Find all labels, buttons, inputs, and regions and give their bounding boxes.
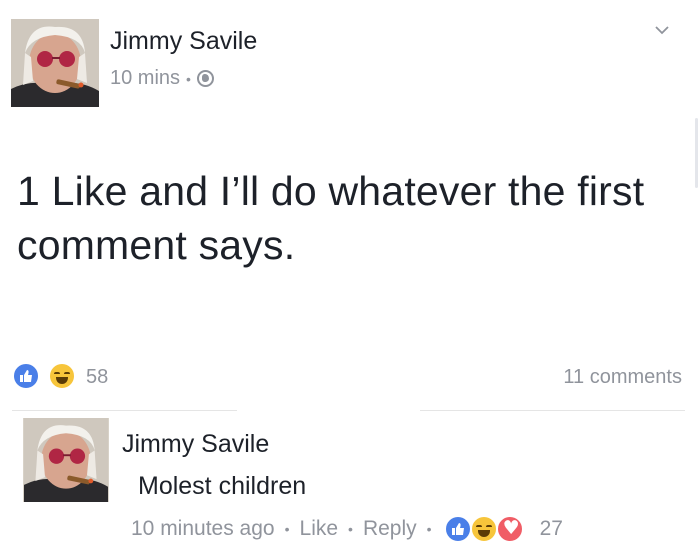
comment-actions: 10 minutes ago • Like • Reply • 27: [131, 515, 563, 543]
meta-separator: •: [186, 70, 191, 87]
scrollbar[interactable]: [695, 118, 698, 188]
haha-reaction-icon: [469, 515, 498, 543]
comment-timestamp[interactable]: 10 minutes ago: [131, 517, 275, 541]
post-text: 1 Like and I’ll do whatever the first co…: [17, 168, 645, 268]
comment-reply-button[interactable]: Reply: [363, 517, 417, 541]
reaction-count[interactable]: 58: [86, 366, 108, 389]
action-separator: •: [426, 521, 432, 537]
love-reaction-icon: [495, 515, 524, 543]
like-reaction-icon[interactable]: [12, 362, 40, 390]
comment-author-avatar[interactable]: [23, 418, 109, 502]
avatar-photo: [24, 418, 108, 502]
like-reaction-icon: [443, 515, 472, 543]
post-author-name[interactable]: Jimmy Savile: [110, 27, 257, 56]
action-separator: •: [284, 521, 290, 537]
post-timestamp[interactable]: 10 mins: [110, 67, 180, 90]
comment-reactions[interactable]: [443, 515, 530, 543]
comment-count-link[interactable]: 11 comments: [563, 366, 682, 389]
post-meta: 10 mins •: [110, 67, 214, 90]
chevron-down-icon[interactable]: [654, 22, 670, 38]
comment-author-name[interactable]: Jimmy Savile: [122, 430, 269, 459]
divider: [12, 410, 237, 411]
post-author-avatar[interactable]: [11, 19, 99, 107]
haha-reaction-icon[interactable]: [48, 362, 76, 390]
divider: [420, 410, 685, 411]
comment-like-button[interactable]: Like: [300, 517, 339, 541]
comment-text: Molest children: [138, 472, 307, 500]
globe-icon: [196, 70, 214, 87]
avatar-photo: [11, 19, 99, 107]
comment-reaction-count[interactable]: 27: [540, 517, 563, 541]
action-separator: •: [348, 521, 353, 537]
